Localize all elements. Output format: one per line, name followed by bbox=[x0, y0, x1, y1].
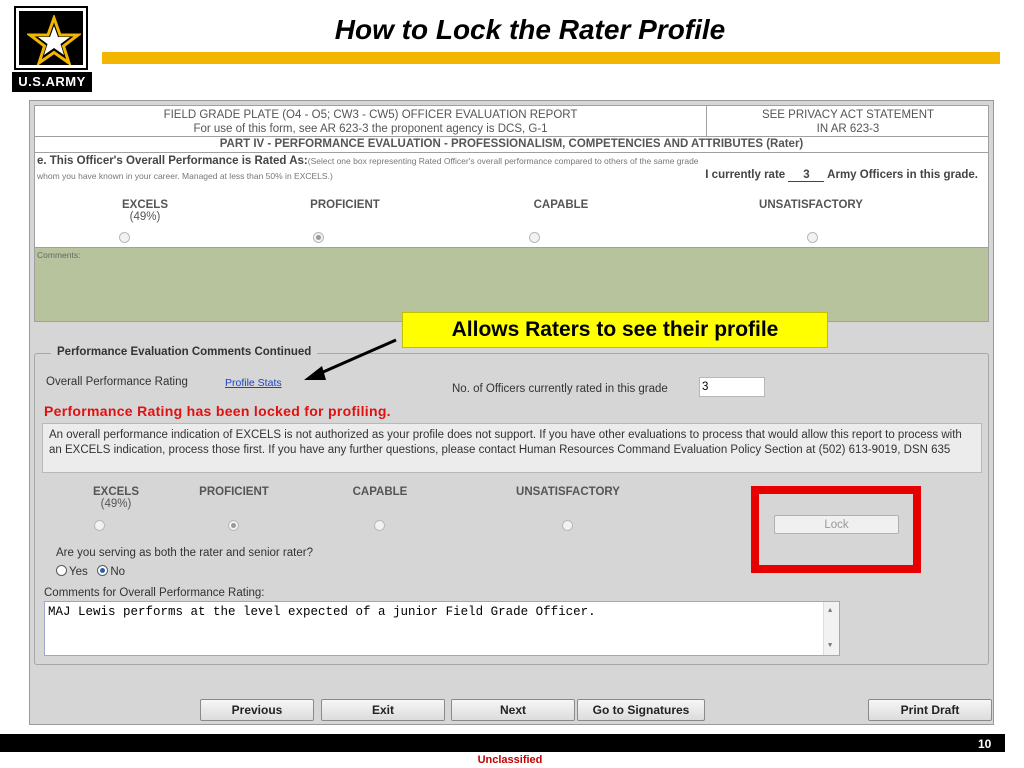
privacy-line2: IN AR 623-3 bbox=[816, 123, 880, 135]
comments-area[interactable]: Comments: bbox=[34, 248, 989, 322]
overall-comments-label: Comments for Overall Performance Rating: bbox=[44, 587, 265, 599]
previous-button[interactable]: Previous bbox=[200, 699, 314, 721]
yes-radio[interactable] bbox=[56, 565, 67, 576]
proficient-radio[interactable] bbox=[313, 232, 324, 243]
page-number: 10 bbox=[978, 737, 992, 751]
unsatisfactory-radio-2[interactable] bbox=[562, 520, 573, 531]
officers-rated-input[interactable] bbox=[699, 377, 765, 397]
excels-radio-2[interactable] bbox=[94, 520, 105, 531]
part-title: PART IV - PERFORMANCE EVALUATION - PROFE… bbox=[34, 137, 989, 153]
callout-arrow-icon bbox=[304, 338, 397, 380]
no-radio[interactable] bbox=[97, 565, 109, 576]
overall-rating-label: Overall Performance Rating bbox=[46, 376, 188, 388]
gold-divider bbox=[102, 52, 1000, 64]
classification-label: Unclassified bbox=[477, 754, 543, 766]
section-e-label: e. This Officer's Overall Performance is… bbox=[37, 155, 308, 167]
overall-comments-textarea[interactable]: MAJ Lewis performs at the level expected… bbox=[44, 601, 840, 656]
print-draft-button[interactable]: Print Draft bbox=[868, 699, 992, 721]
locked-message: Performance Rating has been locked for p… bbox=[44, 403, 391, 419]
form-header: FIELD GRADE PLATE (O4 - O5; CW3 - CW5) O… bbox=[34, 105, 989, 137]
scroll-up-icon[interactable]: ▲ bbox=[828, 607, 832, 615]
option-excels-label-2: EXCELS (49%) bbox=[56, 486, 176, 510]
rate-suffix: Army Officers in this grade. bbox=[827, 169, 978, 181]
slide-title: How to Lock the Rater Profile bbox=[334, 14, 726, 45]
form-title: FIELD GRADE PLATE (O4 - O5; CW3 - CW5) O… bbox=[163, 109, 578, 121]
form-title-block: FIELD GRADE PLATE (O4 - O5; CW3 - CW5) O… bbox=[35, 106, 707, 136]
exit-button[interactable]: Exit bbox=[321, 699, 445, 721]
go-to-signatures-button[interactable]: Go to Signatures bbox=[577, 699, 705, 721]
section-e-heading: e. This Officer's Overall Performance is… bbox=[37, 155, 699, 167]
logo-text: U.S.ARMY bbox=[12, 72, 92, 92]
fieldset-legend: Performance Evaluation Comments Continue… bbox=[51, 346, 318, 358]
option-proficient-label: PROFICIENT bbox=[310, 199, 380, 211]
privacy-block: SEE PRIVACY ACT STATEMENT IN AR 623-3 bbox=[707, 106, 989, 136]
option-excels-label: EXCELS (49%) bbox=[85, 199, 205, 223]
proficient-radio-2[interactable] bbox=[228, 520, 239, 531]
profile-stats-link[interactable]: Profile Stats bbox=[225, 377, 282, 389]
excels-percent-2: (49%) bbox=[100, 498, 132, 510]
star-icon bbox=[27, 15, 81, 65]
oer-form-window: FIELD GRADE PLATE (O4 - O5; CW3 - CW5) O… bbox=[29, 100, 994, 725]
form-subtitle: For use of this form, see AR 623-3 the p… bbox=[193, 123, 548, 135]
section-e-hint-2: whom you have known in your career. Mana… bbox=[37, 171, 333, 181]
logo-emblem bbox=[14, 6, 88, 70]
option-proficient-label-2: PROFICIENT bbox=[199, 486, 269, 498]
option-unsatisfactory-label: UNSATISFACTORY bbox=[759, 199, 863, 211]
privacy-line1: SEE PRIVACY ACT STATEMENT bbox=[761, 109, 935, 121]
footer-bar bbox=[0, 734, 1005, 752]
comments-scrollbar[interactable]: ▲ ▼ bbox=[823, 602, 839, 655]
yes-label: Yes bbox=[69, 566, 88, 578]
officers-rated-label: No. of Officers currently rated in this … bbox=[452, 383, 668, 395]
section-e-overall-performance: e. This Officer's Overall Performance is… bbox=[34, 153, 989, 248]
excels-percent: (49%) bbox=[129, 211, 161, 223]
callout-label: Allows Raters to see their profile bbox=[402, 312, 828, 348]
rate-prefix: I currently rate bbox=[705, 169, 786, 181]
comments-label: Comments: bbox=[37, 250, 81, 260]
overall-comments-text: MAJ Lewis performs at the level expected… bbox=[48, 605, 596, 619]
unsatisfactory-radio[interactable] bbox=[807, 232, 818, 243]
scroll-down-icon[interactable]: ▼ bbox=[828, 642, 832, 650]
option-capable-label-2: CAPABLE bbox=[352, 486, 408, 498]
option-capable-label: CAPABLE bbox=[533, 199, 589, 211]
current-rate-text: I currently rate 3 Army Officers in this… bbox=[705, 169, 978, 182]
no-label: No bbox=[110, 566, 126, 578]
dual-role-options: Yes No bbox=[56, 565, 125, 578]
rate-count: 3 bbox=[788, 169, 825, 182]
lock-button[interactable]: Lock bbox=[774, 515, 899, 534]
us-army-logo: U.S.ARMY bbox=[12, 6, 94, 92]
section-e-hint: (Select one box representing Rated Offic… bbox=[307, 156, 699, 166]
capable-radio-2[interactable] bbox=[374, 520, 385, 531]
excels-radio[interactable] bbox=[119, 232, 130, 243]
next-button[interactable]: Next bbox=[451, 699, 575, 721]
capable-radio[interactable] bbox=[529, 232, 540, 243]
excels-notice: An overall performance indication of EXC… bbox=[42, 423, 982, 473]
dual-role-question: Are you serving as both the rater and se… bbox=[56, 547, 313, 559]
option-unsatisfactory-label-2: UNSATISFACTORY bbox=[516, 486, 620, 498]
